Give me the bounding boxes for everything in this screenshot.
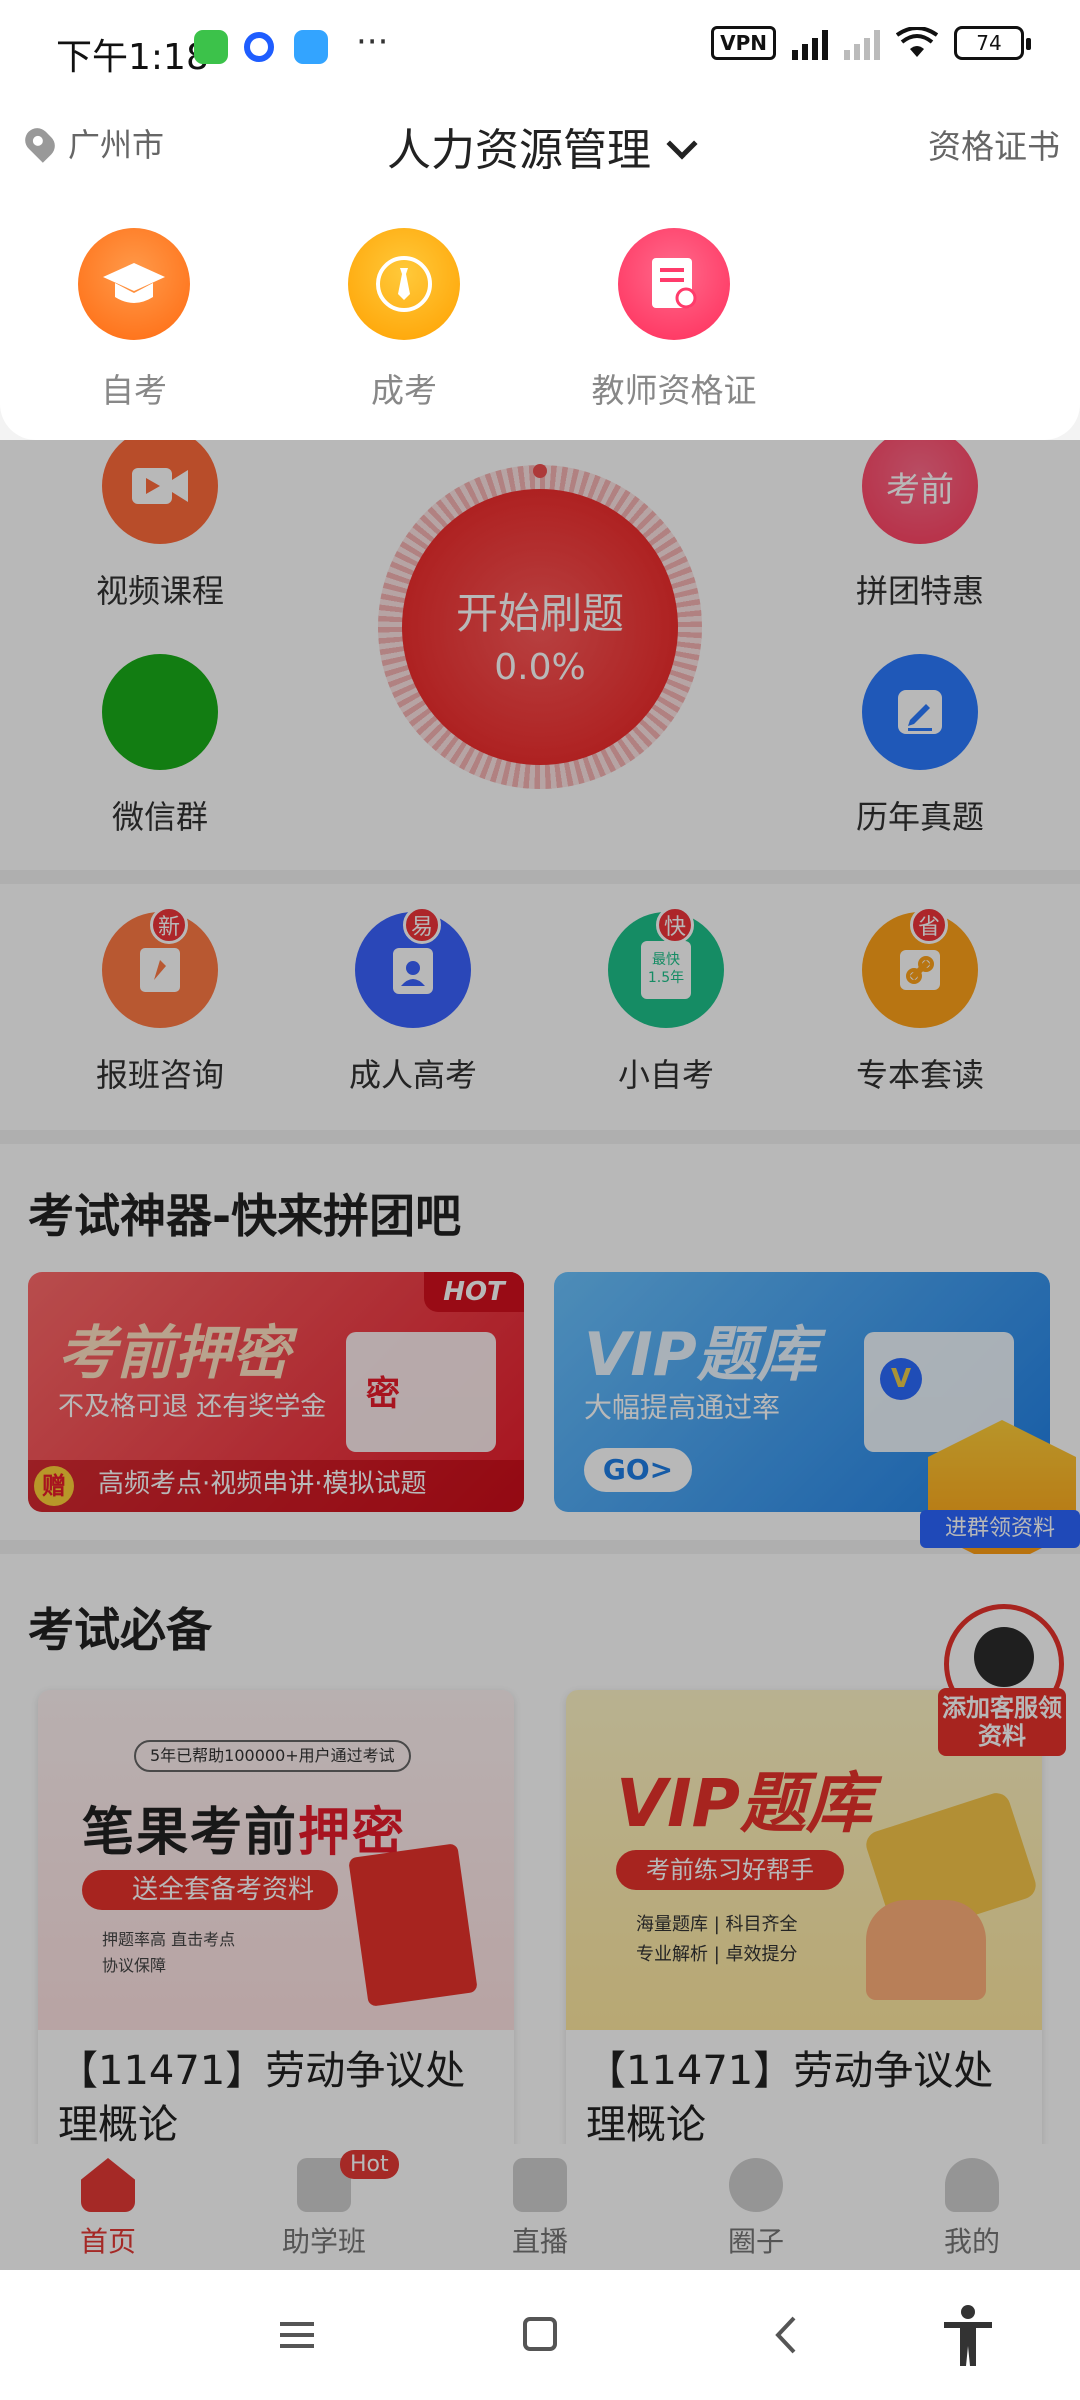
status-bar: 下午1:18 ··· VPN 74 — [0, 0, 1080, 100]
app-screen: 下午1:18 ··· VPN 74 广州市 人力资源管理 资格证书 自考 成考 … — [0, 0, 1080, 2400]
battery-icon: 74 — [954, 26, 1031, 60]
back-icon[interactable] — [758, 2310, 818, 2360]
subject-title: 人力资源管理 — [387, 125, 651, 176]
subject-dropdown-panel: 广州市 人力资源管理 资格证书 自考 成考 教师资格证 — [0, 100, 1080, 440]
more-notifications-icon: ··· — [356, 22, 389, 62]
accessibility-icon[interactable] — [938, 2304, 998, 2368]
chat-notification-icon — [244, 32, 274, 62]
certificate-icon — [618, 228, 730, 340]
subject-title-dropdown[interactable]: 人力资源管理 — [0, 114, 1080, 178]
certificate-link[interactable]: 资格证书 — [928, 120, 1060, 168]
graduation-cap-icon — [78, 228, 190, 340]
system-nav-bar — [0, 2270, 1080, 2400]
home-square-icon[interactable] — [510, 2310, 570, 2360]
chevron-up-icon — [666, 128, 698, 160]
dropdown-item-adult-exam[interactable]: 成考 — [304, 228, 504, 412]
dropdown-item-label: 自考 — [101, 371, 167, 410]
wifi-icon — [896, 27, 938, 57]
vpn-icon: VPN — [711, 26, 776, 60]
app-notification-icon — [194, 30, 228, 64]
status-right-group: VPN 74 — [711, 26, 1031, 60]
dropdown-item-teacher-cert[interactable]: 教师资格证 — [574, 228, 774, 412]
signal-2-icon — [844, 26, 880, 60]
dropdown-item-label: 成考 — [371, 371, 437, 410]
tie-icon — [348, 228, 460, 340]
signal-icon — [792, 26, 828, 60]
menu-icon[interactable] — [268, 2310, 328, 2360]
message-notification-icon — [294, 30, 328, 64]
dropdown-item-label: 教师资格证 — [591, 371, 757, 410]
dim-overlay[interactable] — [0, 440, 1080, 2270]
status-time: 下午1:18 — [56, 37, 209, 78]
dropdown-item-self-study[interactable]: 自考 — [34, 228, 234, 412]
